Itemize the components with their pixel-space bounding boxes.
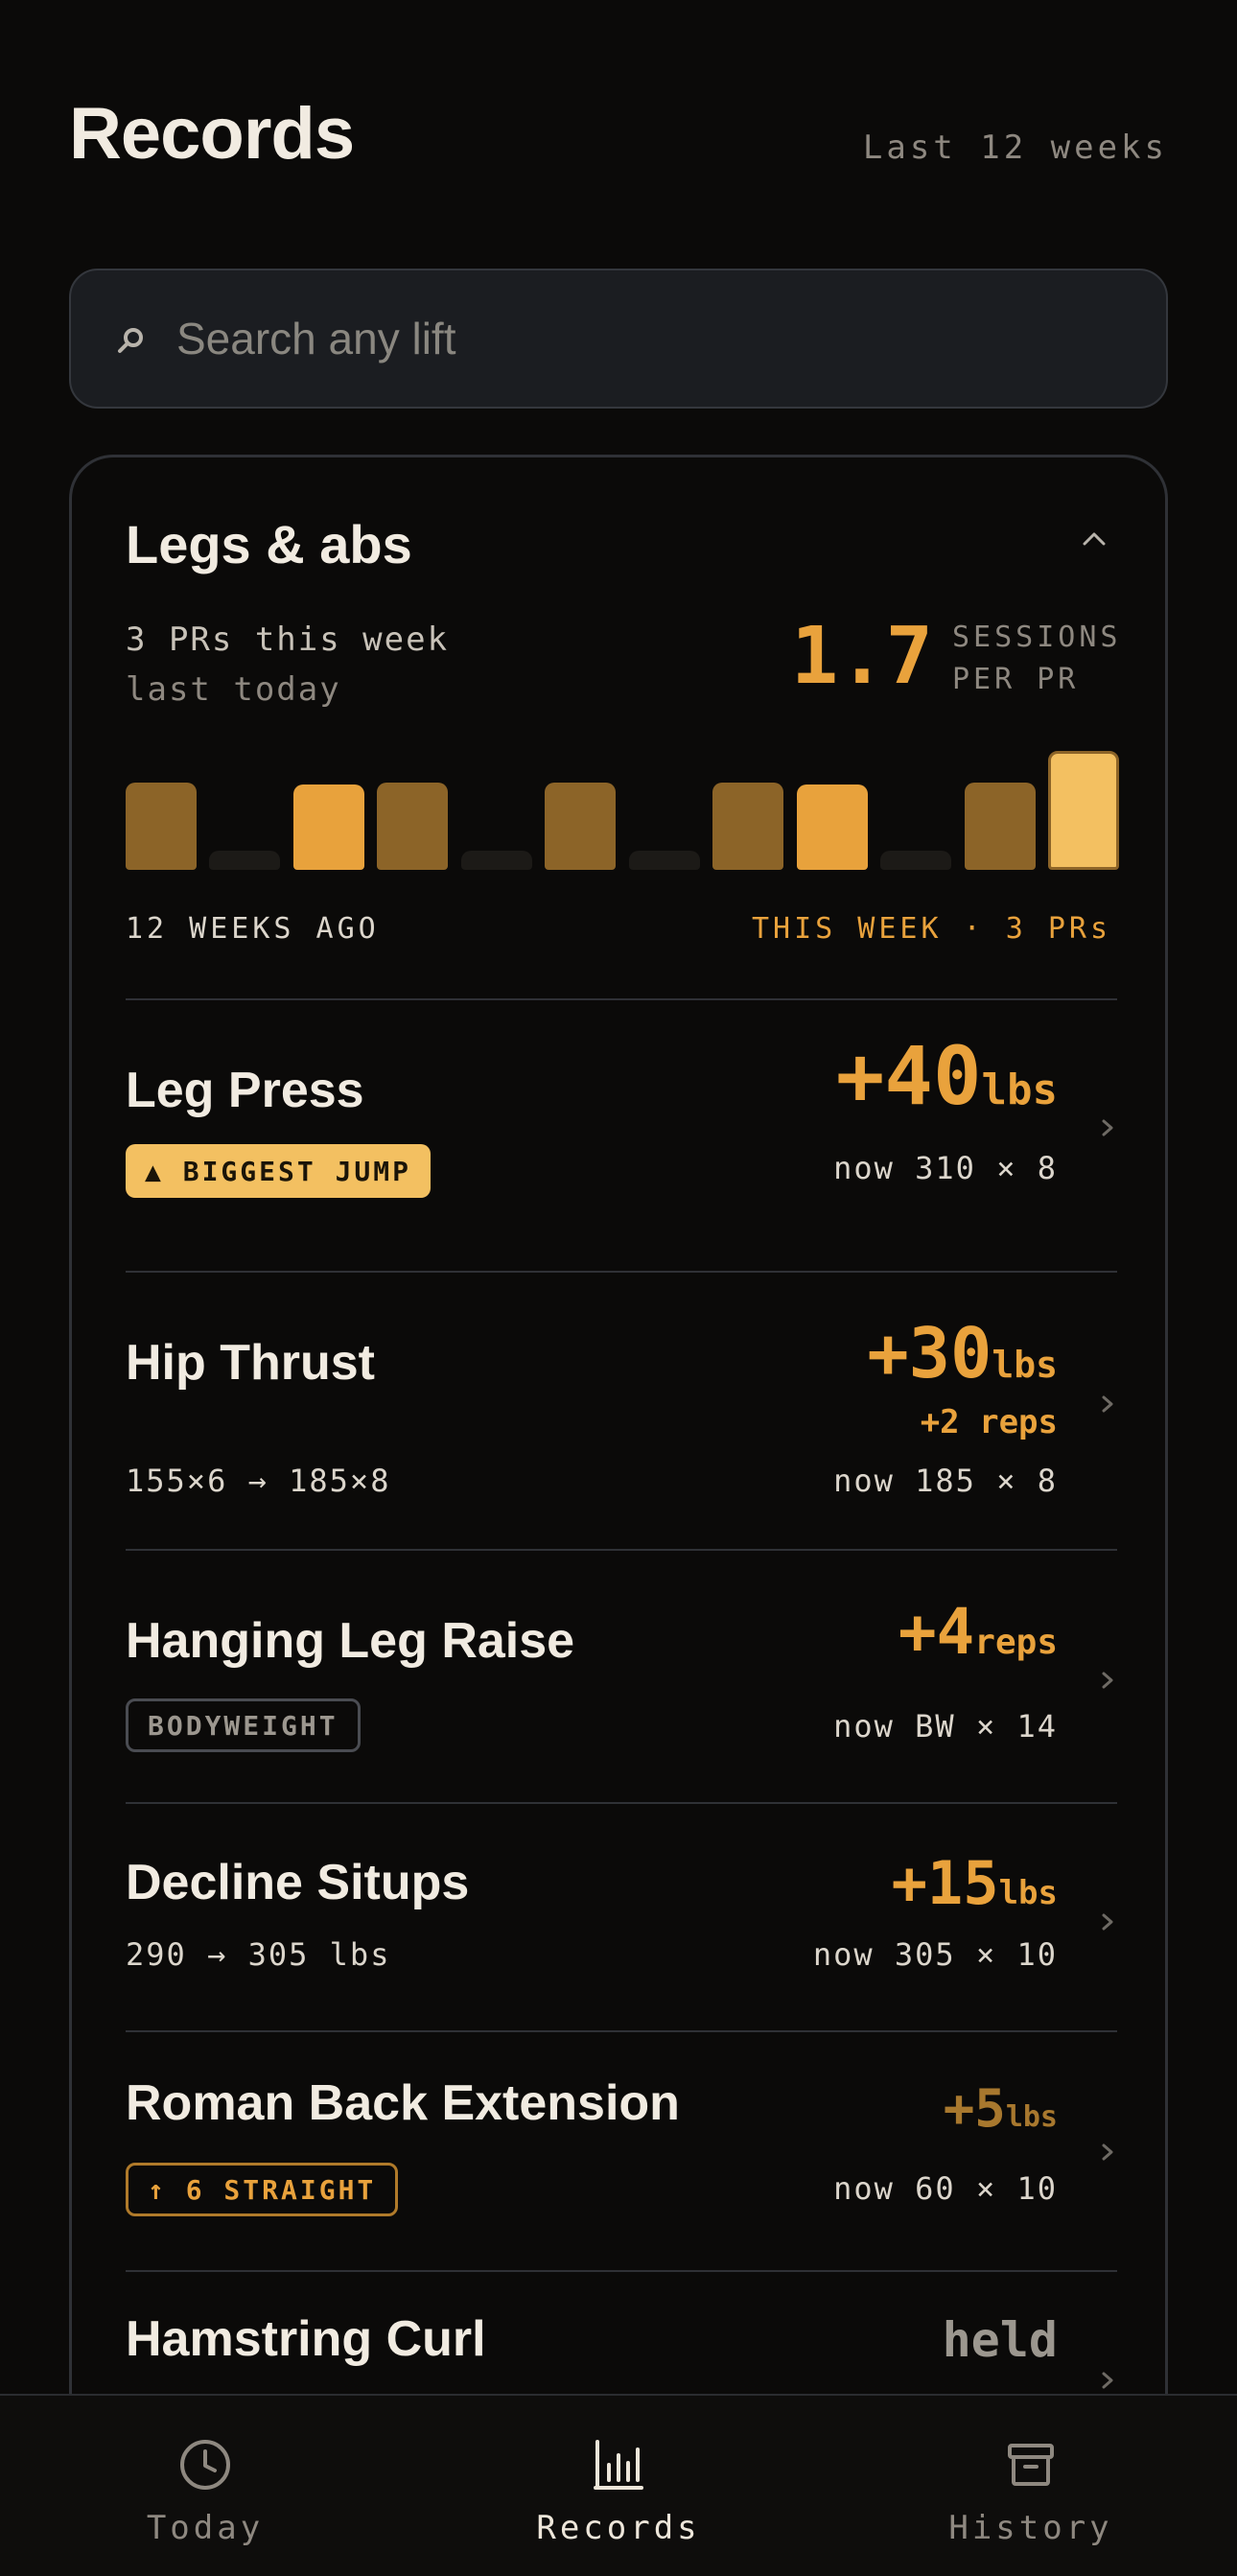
delta-value: +15 xyxy=(891,1848,999,1918)
chart-axis-end-label: THIS WEEK · 3 PRs xyxy=(751,912,1111,946)
delta-value: +5 xyxy=(943,2078,1006,2139)
time-range-label[interactable]: Last 12 weeks xyxy=(863,129,1168,167)
chart-bar xyxy=(797,785,868,870)
lift-delta: +5lbs xyxy=(944,2078,1058,2139)
lift-name: Hamstring Curl xyxy=(126,2311,486,2367)
chevron-right-icon xyxy=(1102,1119,1113,1136)
lift-name: Leg Press xyxy=(126,1063,364,1118)
nav-history[interactable]: History xyxy=(887,2396,1175,2576)
delta-unit: reps xyxy=(974,1623,1058,1662)
delta-value: +40 xyxy=(835,1029,982,1123)
delta-unit: lbs xyxy=(1005,2100,1058,2134)
chevron-right-icon xyxy=(1102,2372,1113,2389)
chart-bar xyxy=(377,783,448,870)
page-title: Records xyxy=(69,93,355,175)
lift-progress-text: 290 → 305 lbs xyxy=(126,1936,391,1973)
lift-delta: +4reps xyxy=(899,1595,1058,1669)
search-icon xyxy=(118,328,143,353)
lift-name: Hanging Leg Raise xyxy=(126,1613,575,1669)
current-weight: now 60 × 10 xyxy=(833,2170,1058,2207)
lift-row[interactable]: Leg Press ▲ BIGGEST JUMP +40lbs now 310 … xyxy=(126,1000,1117,1253)
lift-delta: +30lbs xyxy=(867,1313,1058,1393)
streak-badge: ↑ 6 STRAIGHT xyxy=(126,2163,399,2216)
delta-unit: lbs xyxy=(998,1874,1058,1912)
current-weight: now 310 × 8 xyxy=(833,1150,1058,1186)
lift-name: Roman Back Extension xyxy=(126,2075,680,2131)
bottom-nav: Today Records History xyxy=(0,2394,1237,2576)
nav-label-today: Today xyxy=(146,2509,265,2547)
biggest-jump-badge: ▲ BIGGEST JUMP xyxy=(126,1144,432,1198)
lift-row[interactable]: Hanging Leg Raise BODYWEIGHT +4reps now … xyxy=(126,1551,1117,1804)
nav-records[interactable]: Records xyxy=(475,2396,762,2576)
group-title[interactable]: Legs & abs xyxy=(126,513,412,575)
sessions-per-pr-value: 1.7 xyxy=(790,611,933,702)
search-bar[interactable] xyxy=(69,269,1168,409)
nav-label-records: Records xyxy=(536,2509,701,2547)
archive-icon xyxy=(1008,2444,1054,2486)
chart-bar xyxy=(209,851,280,870)
chart-bar xyxy=(965,783,1036,870)
chart-bar xyxy=(126,783,197,870)
lift-progress-text: 155×6 → 185×8 xyxy=(126,1463,391,1499)
nav-today[interactable]: Today xyxy=(61,2396,349,2576)
chevron-right-icon xyxy=(1102,2143,1113,2161)
lift-row[interactable]: Hip Thrust 155×6 → 185×8 +30lbs +2 reps … xyxy=(126,1273,1117,1549)
lift-row[interactable]: Roman Back Extension ↑ 6 STRAIGHT +5lbs … xyxy=(126,2032,1117,2270)
delta-unit: lbs xyxy=(981,1066,1058,1114)
delta-unit: lbs xyxy=(992,1344,1058,1386)
bodyweight-badge: BODYWEIGHT xyxy=(126,1698,361,1752)
chart-bar xyxy=(293,785,364,870)
delta-value: +4 xyxy=(898,1595,975,1669)
chevron-right-icon xyxy=(1102,1672,1113,1689)
chevron-right-icon xyxy=(1102,1913,1113,1931)
clock-icon xyxy=(180,2440,230,2490)
chart-bar xyxy=(1048,751,1119,870)
lift-name: Decline Situps xyxy=(126,1855,470,1910)
muscle-group-card: Legs & abs 3 PRs this week last today 1.… xyxy=(69,455,1168,2576)
chart-bar xyxy=(545,783,616,870)
chart-axis-start-label: 12 WEEKS AGO xyxy=(126,912,380,946)
chevron-right-icon xyxy=(1102,1395,1113,1413)
weekly-pr-chart xyxy=(126,745,1119,870)
search-input[interactable] xyxy=(176,270,1135,407)
lift-delta: +40lbs xyxy=(836,1029,1058,1123)
chart-bar xyxy=(880,851,951,870)
lift-name: Hip Thrust xyxy=(126,1335,375,1391)
bar-chart-icon xyxy=(594,2440,643,2490)
delta-value: held xyxy=(942,2312,1058,2368)
sessions-per-pr-label: SESSIONS xyxy=(952,621,1122,654)
lift-row[interactable]: Decline Situps 290 → 305 lbs +15lbs now … xyxy=(126,1804,1117,2030)
chevron-up-icon[interactable] xyxy=(1073,517,1115,559)
current-weight: now 185 × 8 xyxy=(833,1463,1058,1499)
delta-value: +30 xyxy=(867,1313,992,1393)
chart-bar xyxy=(461,851,532,870)
chart-bar xyxy=(629,851,700,870)
lift-delta: +15lbs xyxy=(892,1848,1058,1918)
lift-delta: held xyxy=(943,2312,1058,2368)
pr-count-text: 3 PRs this week xyxy=(126,621,450,659)
last-pr-text: last today xyxy=(126,670,341,709)
current-weight: now BW × 14 xyxy=(833,1708,1058,1745)
sessions-per-pr-label-2: PER PR xyxy=(952,663,1080,696)
reps-delta: +2 reps xyxy=(920,1403,1058,1441)
nav-label-history: History xyxy=(948,2509,1113,2547)
current-weight: now 305 × 10 xyxy=(812,1936,1058,1973)
chart-bar xyxy=(712,783,783,870)
